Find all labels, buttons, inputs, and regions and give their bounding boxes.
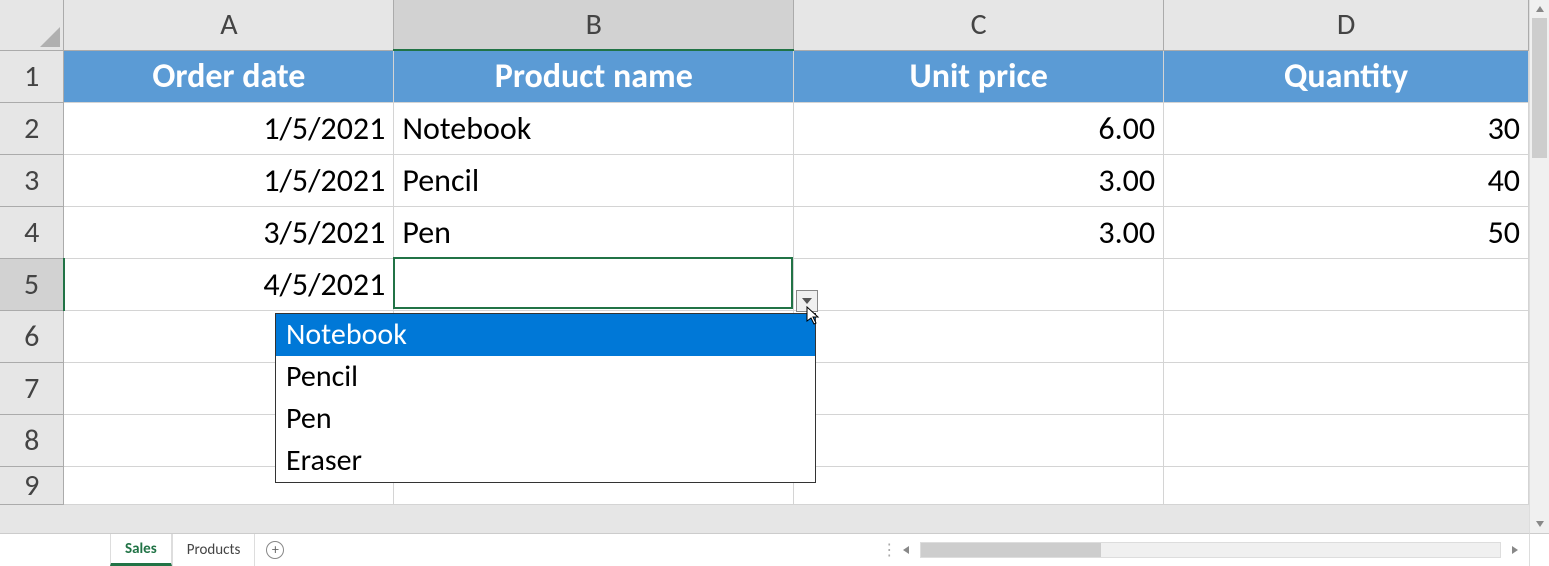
row-header-1[interactable]: 1 (0, 50, 64, 102)
cell-A5[interactable]: 4/5/2021 (64, 258, 394, 310)
cell-D8[interactable] (1164, 414, 1529, 466)
scroll-up-button[interactable] (1530, 0, 1549, 18)
row-header-3[interactable]: 3 (0, 154, 64, 206)
cell-D2[interactable]: 30 (1164, 102, 1529, 154)
dropdown-option-3[interactable]: Eraser (276, 440, 815, 482)
row-header-9[interactable]: 9 (0, 466, 64, 504)
row-header-2[interactable]: 2 (0, 102, 64, 154)
row-header-5[interactable]: 5 (0, 258, 64, 310)
column-header-B[interactable]: B (394, 0, 794, 50)
spreadsheet-area: A B C D 1 Order date Product name Unit p… (0, 0, 1529, 533)
cell-C1[interactable]: Unit price (794, 50, 1164, 102)
add-sheet-button[interactable]: + (255, 534, 295, 566)
cell-D7[interactable] (1164, 362, 1529, 414)
horizontal-scroll-thumb[interactable] (921, 543, 1101, 557)
chevron-left-icon (903, 546, 909, 554)
cell-B2[interactable]: Notebook (394, 102, 794, 154)
cell-B3[interactable]: Pencil (394, 154, 794, 206)
cell-D9[interactable] (1164, 466, 1529, 504)
cell-C2[interactable]: 6.00 (794, 102, 1164, 154)
cell-C6[interactable] (794, 310, 1164, 362)
scroll-left-button[interactable] (898, 542, 914, 558)
tab-nav-spacer (0, 534, 110, 566)
dropdown-option-1[interactable]: Pencil (276, 356, 815, 398)
scroll-down-button[interactable] (1530, 515, 1549, 533)
chevron-down-icon (802, 298, 812, 304)
cell-A1[interactable]: Order date (64, 50, 394, 102)
cell-D3[interactable]: 40 (1164, 154, 1529, 206)
chevron-right-icon (1512, 546, 1518, 554)
column-header-A[interactable]: A (64, 0, 394, 50)
scrollbar-splitter[interactable]: ⋮ (886, 541, 892, 559)
scrollbar-corner (1529, 533, 1549, 566)
horizontal-scroll-track[interactable] (920, 542, 1501, 558)
cell-C8[interactable] (794, 414, 1164, 466)
row-header-8[interactable]: 8 (0, 414, 64, 466)
row-header-7[interactable]: 7 (0, 362, 64, 414)
chevron-down-icon (1536, 521, 1544, 527)
cell-B5[interactable] (394, 258, 794, 310)
row-header-4[interactable]: 4 (0, 206, 64, 258)
vertical-scroll-thumb[interactable] (1532, 18, 1547, 158)
vertical-scroll-track[interactable] (1530, 18, 1549, 515)
cell-C4[interactable]: 3.00 (794, 206, 1164, 258)
cell-A2[interactable]: 1/5/2021 (64, 102, 394, 154)
column-header-D[interactable]: D (1164, 0, 1529, 50)
select-all-corner[interactable] (0, 0, 64, 50)
cell-A3[interactable]: 1/5/2021 (64, 154, 394, 206)
cell-C5[interactable] (794, 258, 1164, 310)
vertical-scrollbar[interactable] (1529, 0, 1549, 533)
horizontal-scrollbar[interactable]: ⋮ (295, 534, 1529, 566)
cell-C3[interactable]: 3.00 (794, 154, 1164, 206)
column-header-C[interactable]: C (794, 0, 1164, 50)
sheet-tab-sales[interactable]: Sales (110, 534, 172, 566)
cell-B1[interactable]: Product name (394, 50, 794, 102)
sheet-tab-products[interactable]: Products (172, 534, 256, 566)
cell-D4[interactable]: 50 (1164, 206, 1529, 258)
cell-B4[interactable]: Pen (394, 206, 794, 258)
cell-D6[interactable] (1164, 310, 1529, 362)
cell-C9[interactable] (794, 466, 1164, 504)
data-validation-dropdown-button[interactable] (796, 290, 818, 312)
sheet-tab-bar: Sales Products + ⋮ (0, 533, 1529, 566)
cell-D5[interactable] (1164, 258, 1529, 310)
data-validation-dropdown-list[interactable]: Notebook Pencil Pen Eraser (275, 313, 816, 483)
cell-C7[interactable] (794, 362, 1164, 414)
cell-A4[interactable]: 3/5/2021 (64, 206, 394, 258)
scroll-right-button[interactable] (1507, 542, 1523, 558)
dropdown-option-2[interactable]: Pen (276, 398, 815, 440)
dropdown-option-0[interactable]: Notebook (276, 314, 815, 356)
plus-icon: + (266, 541, 284, 559)
cell-D1[interactable]: Quantity (1164, 50, 1529, 102)
chevron-up-icon (1536, 6, 1544, 12)
row-header-6[interactable]: 6 (0, 310, 64, 362)
